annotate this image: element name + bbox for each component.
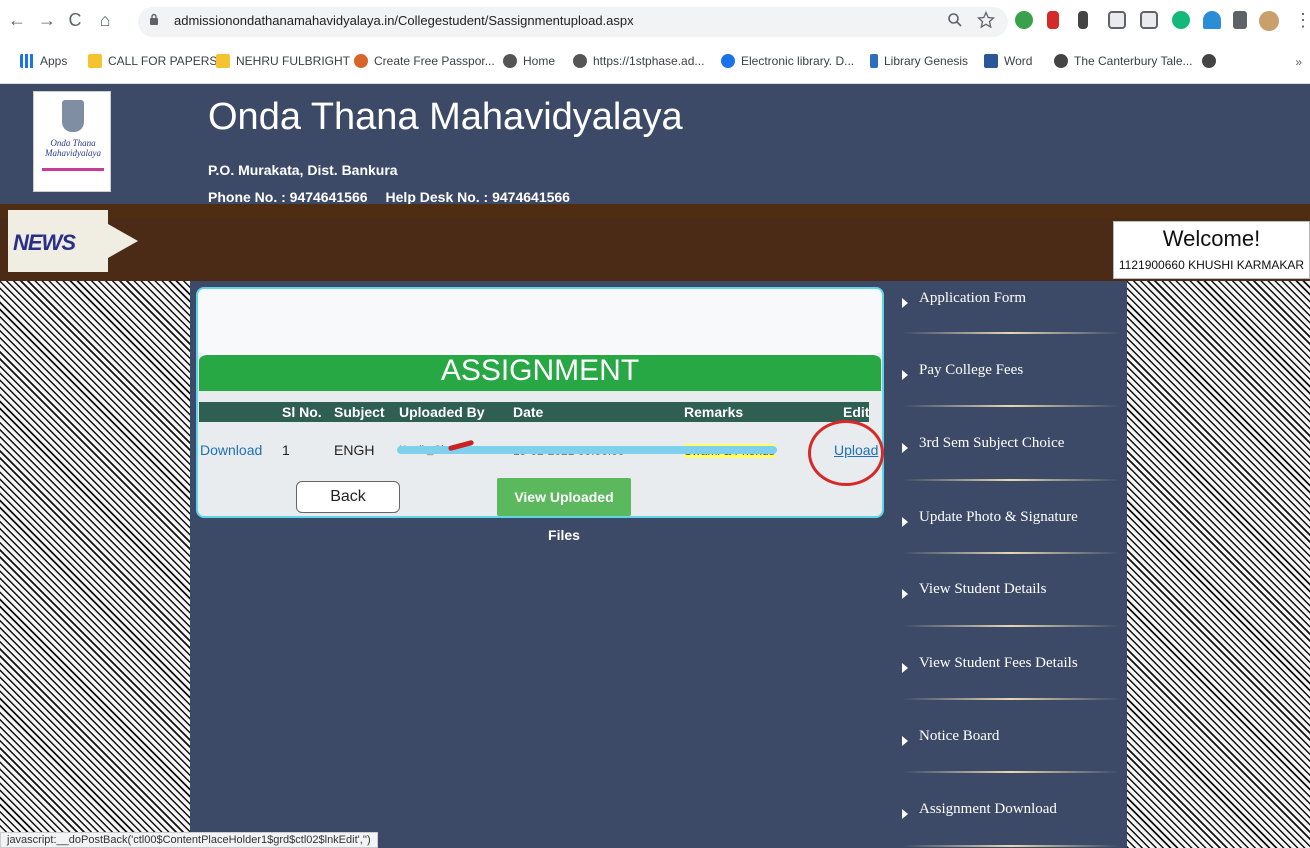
bookmark-1stphase[interactable]: https://1stphase.ad... [573, 54, 704, 68]
browser-toolbar: ← → C ⌂ admissionondathanamahavidyalaya.… [0, 0, 1310, 42]
bookmarks-bar: Apps CALL FOR PAPERS NEHRU FULBRIGHT Cre… [0, 42, 1310, 84]
extension-icon[interactable] [1078, 11, 1088, 29]
grammarly-icon[interactable] [1172, 11, 1190, 29]
bookmark-passport[interactable]: Create Free Passpor... [354, 54, 495, 68]
column-header-subject: Subject [334, 404, 385, 420]
cell-sl: 1 [282, 442, 290, 458]
right-hatch-pattern [1127, 281, 1310, 848]
menu-item-view-fees-details[interactable]: View Student Fees Details [902, 655, 1112, 679]
menu-item-application-form[interactable]: Application Form [902, 290, 1112, 314]
news-label: NEWS [8, 210, 108, 272]
lock-icon [150, 13, 158, 25]
site-icon [573, 54, 587, 68]
logo-underline [42, 168, 104, 171]
word-icon [984, 54, 998, 68]
star-icon[interactable] [977, 11, 995, 29]
cloud-extension-icon[interactable] [1203, 11, 1221, 29]
menu-divider [902, 845, 1120, 847]
site-address: P.O. Murakata, Dist. Bankura [208, 162, 398, 178]
bookmark-electronic-library[interactable]: Electronic library. D... [721, 54, 854, 68]
bookmark-canterbury-tales[interactable]: The Canterbury Tale... [1054, 54, 1193, 68]
help-desk-number: Help Desk No. : 9474641566 [385, 189, 570, 205]
caret-right-icon [902, 736, 908, 746]
college-logo: Onda Thana Mahavidyalaya [33, 91, 111, 192]
bookmark-home[interactable]: Home [503, 54, 555, 68]
menu-divider [902, 771, 1120, 773]
bookmark-library-genesis[interactable]: Library Genesis [870, 54, 968, 68]
menu-divider [902, 698, 1120, 700]
avatar[interactable] [1259, 11, 1279, 31]
menu-divider [902, 552, 1120, 554]
kebab-menu-icon[interactable]: ⋮ [1294, 9, 1310, 31]
news-arrow-icon [108, 224, 138, 258]
site-icon [1054, 54, 1068, 68]
home-icon[interactable]: ⌂ [94, 9, 116, 31]
column-header-edit: Edit [843, 404, 870, 420]
bookmark-call-for-papers[interactable]: CALL FOR PAPERS [88, 54, 217, 68]
extension-icon[interactable] [1108, 11, 1126, 29]
bookmark-extension-icon[interactable] [1047, 11, 1059, 29]
menu-item-pay-college-fees[interactable]: Pay College Fees [902, 362, 1112, 386]
caret-right-icon [902, 298, 908, 308]
caret-right-icon [902, 517, 908, 527]
caret-right-icon [902, 809, 908, 819]
column-header-sl: Sl No. [282, 404, 322, 420]
menu-divider [902, 405, 1120, 407]
menu-divider [902, 479, 1120, 481]
bookmark-word[interactable]: Word [984, 54, 1032, 68]
annotation-circle [808, 420, 884, 486]
site-icon [870, 54, 878, 68]
view-uploaded-files-button[interactable]: View Uploaded Files [497, 478, 631, 543]
menu-item-assignment-download[interactable]: Assignment Download [902, 801, 1112, 825]
user-id-name: 1121900660 KHUSHI KARMAKAR [1118, 258, 1305, 272]
site-icon [1202, 54, 1216, 68]
bookmarks-overflow-icon[interactable]: » [1295, 55, 1302, 69]
apps-grid-icon [20, 54, 34, 68]
caret-right-icon [902, 589, 908, 599]
download-link[interactable]: Download [200, 442, 262, 458]
bookmark-unnamed[interactable] [1202, 54, 1216, 68]
url-text: admissionondathanamahavidyalaya.in/Colle… [174, 13, 634, 28]
back-arrow-icon[interactable]: ← [6, 9, 28, 31]
column-header-date: Date [513, 404, 544, 420]
caret-right-icon [902, 370, 908, 380]
site-icon [503, 54, 517, 68]
cell-subject: ENGH [334, 442, 375, 458]
assignment-title: ASSIGNMENT [440, 354, 640, 387]
column-header-uploaded-by: Uploaded By [399, 404, 485, 420]
puzzle-icon[interactable] [1233, 11, 1247, 29]
caret-right-icon [902, 663, 908, 673]
site-title: Onda Thana Mahavidyalaya [208, 96, 683, 138]
site-icon [354, 54, 368, 68]
site-contact: Phone No. : 9474641566 Help Desk No. : 94… [208, 189, 588, 205]
back-button[interactable]: Back [296, 481, 400, 513]
welcome-box: Welcome! 1121900660 KHUSHI KARMAKAR [1113, 221, 1310, 279]
site-icon [721, 54, 735, 68]
extension-icon[interactable] [1015, 11, 1033, 29]
folder-icon [216, 54, 230, 68]
caret-right-icon [902, 443, 908, 453]
zoom-icon[interactable] [947, 12, 963, 28]
emblem-icon [62, 100, 84, 132]
reload-icon[interactable]: C [64, 9, 86, 31]
browser-status-bar: javascript:__doPostBack('ctl00$ContentPl… [0, 832, 378, 848]
menu-divider [902, 625, 1120, 627]
bookmark-apps[interactable]: Apps [20, 54, 67, 68]
menu-item-view-student-details[interactable]: View Student Details [902, 581, 1112, 605]
menu-item-subject-choice[interactable]: 3rd Sem Subject Choice [902, 435, 1112, 459]
phone-number: Phone No. : 9474641566 [208, 189, 368, 205]
left-hatch-pattern [0, 281, 190, 848]
extension-icon[interactable] [1140, 11, 1158, 29]
welcome-text: Welcome! [1162, 226, 1261, 251]
menu-divider [902, 332, 1120, 334]
bookmark-nehru-fulbright[interactable]: NEHRU FULBRIGHT [216, 54, 350, 68]
folder-icon [88, 54, 102, 68]
menu-item-notice-board[interactable]: Notice Board [902, 728, 1112, 752]
menu-item-update-photo[interactable]: Update Photo & Signature [902, 509, 1112, 533]
forward-arrow-icon[interactable]: → [36, 9, 58, 31]
column-header-remarks: Remarks [684, 404, 744, 420]
